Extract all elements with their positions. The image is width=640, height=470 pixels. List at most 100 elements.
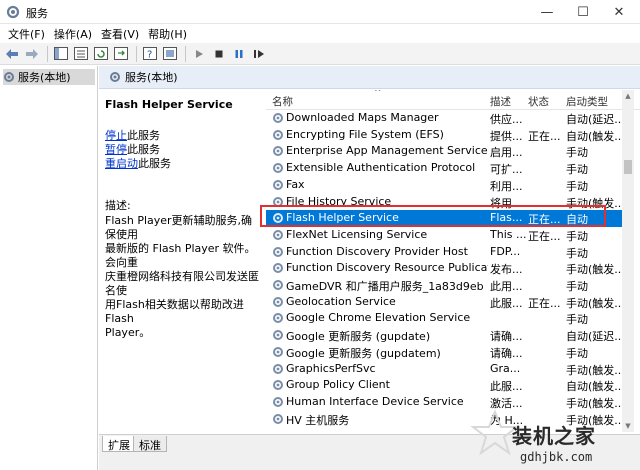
scrollbar-thumb[interactable]: [624, 160, 632, 174]
service-description: FDP...: [490, 244, 521, 258]
restart-service-button[interactable]: [250, 45, 268, 63]
svg-text:?: ?: [147, 50, 152, 61]
service-name: Fax: [286, 177, 305, 191]
description-line: 庆重橙网络科技有限公司发送匿名使: [105, 270, 259, 297]
back-button[interactable]: [3, 45, 21, 63]
service-startup-type: 手动: [566, 229, 588, 243]
gear-icon: [273, 330, 283, 341]
service-row[interactable]: Google Chrome Elevation Service 手动: [266, 310, 628, 327]
service-name: Google 更新服务 (gupdatem): [286, 346, 441, 360]
list-icon: [74, 47, 88, 60]
column-header-name[interactable]: 名称: [272, 94, 293, 109]
service-name: Google Chrome Elevation Service: [286, 311, 471, 325]
service-name: Geolocation Service: [286, 294, 396, 308]
service-description: 发布...: [490, 263, 523, 277]
services-app-icon: [6, 5, 20, 19]
gear-icon: [273, 346, 283, 357]
service-row[interactable]: Google 更新服务 (gupdatem) 请确... 手动: [266, 344, 628, 361]
service-description: 可扩...: [490, 163, 523, 177]
restart-service-link[interactable]: 重启动: [105, 157, 138, 170]
gear-icon: [273, 363, 283, 374]
watermark-brand: 装机之家: [512, 424, 596, 448]
description-line: Flash Player更新辅助服务,确保使用: [105, 214, 253, 241]
service-row[interactable]: Extensible Authentication Protocol 可扩... 手…: [266, 160, 628, 177]
service-startup-type: 手动: [566, 280, 588, 293]
service-row[interactable]: Function Discovery Resource Publication 发…: [266, 260, 628, 277]
stop-link-suffix: 此服务: [127, 129, 160, 142]
service-row[interactable]: GraphicsPerfSvc Gra... 手动(触发...: [266, 361, 628, 378]
service-row[interactable]: Group Policy Client 此服... 自动(触发...: [266, 377, 628, 394]
gear-icon: [110, 72, 120, 82]
gear-icon: [273, 246, 283, 257]
service-row[interactable]: Fax 利用... 手动: [266, 177, 628, 194]
service-startup-type: 自动(延迟...: [566, 330, 625, 344]
list-view-button[interactable]: [72, 45, 90, 63]
help-button[interactable]: ?: [141, 45, 159, 63]
service-description: 此服...: [490, 380, 523, 394]
vertical-scrollbar[interactable]: ▲ ▼: [622, 90, 634, 432]
tab-extended[interactable]: 扩展: [102, 436, 136, 452]
toolbar: ?: [0, 43, 640, 65]
toolbar-separator: [136, 45, 137, 62]
gear-icon: [273, 229, 283, 240]
gear-icon: [273, 313, 283, 324]
gear-icon: [273, 146, 283, 157]
restart-icon: [254, 49, 264, 58]
service-row[interactable]: Function Discovery Provider Host FDP... 手动: [266, 244, 628, 261]
service-startup-type: 手动(触发...: [566, 296, 625, 310]
tree-item-services-local[interactable]: 服务(本地): [3, 69, 95, 85]
refresh-button[interactable]: [92, 45, 110, 63]
service-description: 启用...: [490, 146, 523, 160]
service-row[interactable]: GameDVR 和广播用户服务_1a83d9eb 此用... 手动: [266, 277, 628, 294]
show-console-tree-button[interactable]: [52, 45, 70, 63]
title-bar: 服务 — ☐ ✕: [0, 0, 640, 24]
scroll-up-icon[interactable]: ▲: [622, 90, 634, 102]
scroll-down-icon[interactable]: ▼: [622, 420, 634, 432]
description-line: 最新版的 Flash Player 软件。会向重: [105, 242, 256, 269]
service-row[interactable]: Human Interface Device Service 激活... 手动(触发…: [266, 394, 628, 411]
pause-service-button[interactable]: [230, 45, 248, 63]
pause-service-link[interactable]: 暂停: [105, 143, 127, 156]
service-startup-type: 手动(触发...: [566, 363, 625, 377]
service-description: 利用...: [490, 179, 523, 193]
service-row[interactable]: Google 更新服务 (gupdate) 请确... 自动(延迟...: [266, 327, 628, 344]
back-arrow-icon: [6, 48, 18, 59]
service-startup-type: 手动: [566, 313, 588, 327]
menu-view[interactable]: 查看(V): [97, 24, 144, 43]
service-status: 正在...: [528, 229, 561, 243]
maximize-icon: ☐: [577, 4, 589, 20]
properties-button[interactable]: [161, 45, 179, 63]
service-name: Extensible Authentication Protocol: [286, 161, 476, 175]
menu-action[interactable]: 操作(A): [50, 24, 97, 43]
export-list-button[interactable]: [112, 45, 130, 63]
console-tree: 服务(本地): [0, 66, 98, 470]
stop-service-link[interactable]: 停止: [105, 129, 127, 142]
column-header-status[interactable]: 状态: [528, 94, 549, 109]
description-label: 描述:: [105, 199, 131, 212]
service-row[interactable]: Geolocation Service 此服... 正在... 手动(触发...: [266, 294, 628, 311]
column-header-description[interactable]: 描述: [490, 94, 511, 109]
forward-button[interactable]: [23, 45, 41, 63]
tree-item-label: 服务(本地): [18, 71, 71, 84]
service-name: Enterprise App Management Service: [286, 144, 488, 158]
column-header-startup-type[interactable]: 启动类型: [566, 94, 608, 109]
service-row[interactable]: Enterprise App Management Service 启用... 手动: [266, 143, 628, 160]
stop-service-button[interactable]: [210, 45, 228, 63]
highlight-box: [260, 205, 606, 227]
service-row[interactable]: Encrypting File System (EFS) 提供... 正在... 自动…: [266, 127, 628, 144]
service-row[interactable]: Downloaded Maps Manager 供应... 自动(延迟...: [266, 110, 628, 127]
service-name: Human Interface Device Service: [286, 394, 464, 408]
tab-standard[interactable]: 标准: [133, 436, 167, 452]
service-row[interactable]: FlexNet Licensing Service This ... 正在... 手动: [266, 227, 628, 244]
gear-icon: [4, 72, 14, 82]
menu-help[interactable]: 帮助(H): [144, 24, 192, 43]
service-name: FlexNet Licensing Service: [286, 227, 428, 241]
service-startup-type: 手动: [566, 346, 588, 360]
service-actions: 停止此服务 暂停此服务 重启动此服务: [105, 129, 260, 171]
service-description: Gra...: [490, 361, 521, 375]
close-button[interactable]: ✕: [596, 0, 640, 24]
service-status: 正在...: [528, 296, 561, 310]
menu-file[interactable]: 文件(F): [4, 24, 50, 43]
start-service-button[interactable]: [190, 45, 208, 63]
window-title: 服务: [26, 7, 48, 20]
